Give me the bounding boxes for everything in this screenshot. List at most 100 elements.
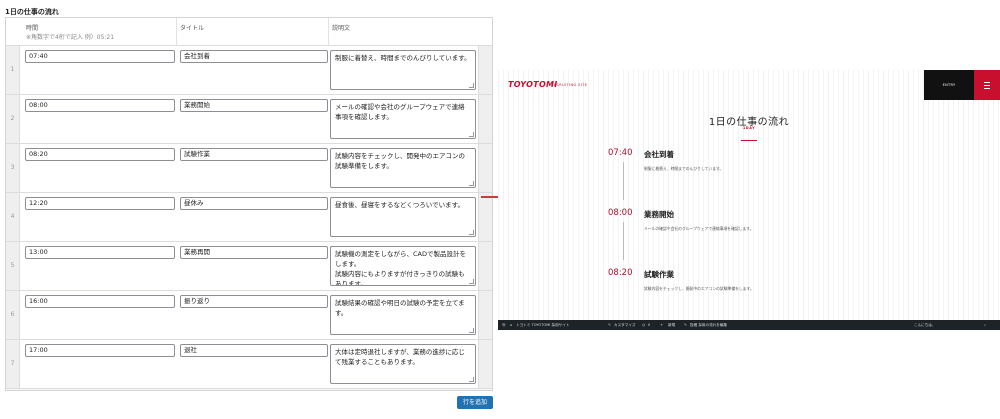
add-row-button[interactable]: 行を追加 [457, 396, 493, 409]
admin-bar-greeting[interactable]: こんにちは、 [914, 320, 936, 330]
row-cells: 07:40 会社到着 制服に着替え、時間までのんびりしています。 [20, 46, 478, 94]
table-row: 7 17:00 退社 大体は定時退社しますが、業務の進捗に応じて残業することもあります… [6, 340, 492, 389]
row-cells: 16:00 振り返り 試験結果の確認や明日の試験の予定を立てます。 [20, 291, 478, 339]
row-number[interactable]: 6 [6, 291, 20, 339]
timeline-title: 試験作業 [644, 270, 674, 279]
pencil-icon: ✎ [684, 323, 688, 327]
row-handle[interactable] [478, 95, 492, 143]
comment-icon[interactable]: ◷ [642, 320, 645, 330]
time-input[interactable]: 07:40 [25, 50, 175, 63]
row-number[interactable]: 2 [6, 95, 20, 143]
resize-handle-icon[interactable] [469, 328, 474, 333]
timeline-description: 制服に着替え、時間までのんびりしています。 [644, 166, 724, 171]
row-handle[interactable] [478, 46, 492, 94]
table-row: 5 13:00 業務再開 試験機の測定をしながら、CADで製品設計をします。 試験内容… [6, 242, 492, 291]
resize-handle-icon[interactable] [469, 377, 474, 382]
description-text: 昼食後、昼寝をするなどくつろいでいます。 [335, 201, 464, 209]
description-textarea[interactable]: 試験機の測定をしながら、CADで製品設計をします。 試験内容にもよりますが付きっ… [330, 246, 476, 286]
title-input[interactable]: 振り返り [180, 295, 328, 308]
description-textarea[interactable]: 制服に着替え、時間までのんびりしています。 [330, 50, 476, 90]
timeline-time: 08:20 [608, 268, 633, 278]
time-input[interactable]: 17:00 [25, 344, 175, 357]
time-input[interactable]: 16:00 [25, 295, 175, 308]
table-row: 6 16:00 振り返り 試験結果の確認や明日の試験の予定を立てます。 [6, 291, 492, 340]
repeater-table: 時間 ※角数字で4桁で記入 例）05:21 タイトル 説明文 1 07:40 会社到… [5, 17, 493, 391]
description-textarea[interactable]: 試験内容をチェックし、開発中のエアコンの試験準備をします。 [330, 148, 476, 188]
description-textarea[interactable]: 昼食後、昼寝をするなどくつろいでいます。 [330, 197, 476, 237]
hamburger-icon [984, 82, 990, 83]
row-cells: 08:00 業務開始 メールの確認や会社のグループウェアで連絡事項を確認します。 [20, 95, 478, 143]
section-title: 1日の仕事の流れ [5, 8, 59, 16]
hamburger-icon-bar [984, 85, 990, 86]
admin-bar-comments-count: 0 [648, 323, 651, 327]
site-logo-sub: RECRUITING SITE [551, 83, 588, 87]
admin-bar-edit[interactable]: 投稿 採用の流れを編集 [690, 320, 727, 330]
timeline-title: 業務開始 [644, 210, 674, 219]
column-header-time-note: ※角数字で4桁で記入 例）05:21 [26, 34, 115, 41]
description-text: 試験結果の確認や明日の試験の予定を立てます。 [335, 299, 465, 317]
brush-icon: ✎ [608, 323, 612, 327]
row-number[interactable]: 5 [6, 242, 20, 290]
description-text: 試験内容をチェックし、開発中のエアコンの試験準備をします。 [335, 152, 465, 170]
title-input[interactable]: 業務開始 [180, 99, 328, 112]
table-row: 4 12:20 昼休み 昼食後、昼寝をするなどくつろいでいます。 [6, 193, 492, 242]
row-cells: 12:20 昼休み 昼食後、昼寝をするなどくつろいでいます。 [20, 193, 478, 241]
hamburger-menu-button[interactable] [974, 70, 1000, 100]
title-input[interactable]: 業務再開 [180, 246, 328, 259]
timeline-time: 07:40 [608, 148, 633, 158]
hamburger-icon-bar [984, 88, 990, 89]
column-divider [328, 18, 329, 46]
search-icon[interactable]: ⌕ [984, 320, 986, 330]
resize-handle-icon[interactable] [469, 181, 474, 186]
row-handle[interactable] [478, 291, 492, 339]
resize-handle-icon[interactable] [469, 230, 474, 235]
table-row: 1 07:40 会社到着 制服に着替え、時間までのんびりしています。 [6, 46, 492, 95]
entry-button[interactable]: ENTRY [924, 70, 974, 100]
description-textarea[interactable]: メールの確認や会社のグループウェアで連絡事項を確認します。 [330, 99, 476, 139]
column-header-description: 説明文 [332, 25, 351, 32]
timeline-description: メールの確認や会社のグループウェアで連絡事項を確認します。 [644, 226, 754, 231]
title-divider [741, 140, 757, 141]
row-number[interactable]: 7 [6, 340, 20, 388]
home-icon[interactable]: ⌂ [510, 320, 512, 330]
description-text: 制服に着替え、時間までのんびりしています。 [335, 54, 471, 62]
time-input[interactable]: 08:20 [25, 148, 175, 161]
wordpress-icon[interactable]: Ⓦ [502, 320, 506, 330]
title-input[interactable]: 退社 [180, 344, 328, 357]
row-cells: 13:00 業務再開 試験機の測定をしながら、CADで製品設計をします。 試験内容に… [20, 242, 478, 290]
description-textarea[interactable]: 試験結果の確認や明日の試験の予定を立てます。 [330, 295, 476, 335]
row-handle[interactable] [478, 193, 492, 241]
row-handle[interactable] [478, 340, 492, 388]
description-text: 大体は定時退社しますが、業務の進捗に応じて残業することもあります。 [335, 348, 465, 366]
timeline-connector [623, 222, 624, 260]
resize-handle-icon[interactable] [469, 279, 474, 284]
admin-bar-site-name[interactable]: トヨトミ TOYOTOMI 採用サイト [516, 320, 569, 330]
table-row: 2 08:00 業務開始 メールの確認や会社のグループウェアで連絡事項を確認します。 [6, 95, 492, 144]
row-cells: 08:20 試験作業 試験内容をチェックし、開発中のエアコンの試験準備をします。 [20, 144, 478, 192]
timeline-connector [623, 162, 624, 200]
time-input[interactable]: 08:00 [25, 99, 175, 112]
plus-icon: ＋ [660, 323, 664, 327]
column-header-time: 時間 [26, 25, 39, 32]
time-input[interactable]: 12:20 [25, 197, 175, 210]
row-handle[interactable] [478, 242, 492, 290]
title-input[interactable]: 昼休み [180, 197, 328, 210]
timeline-description: 試験内容をチェックし、開発中のエアコンの試験準備をします。 [644, 286, 754, 291]
row-number[interactable]: 3 [6, 144, 20, 192]
column-header-title: タイトル [180, 25, 205, 32]
timeline-title: 会社到着 [644, 150, 674, 159]
title-input[interactable]: 試験作業 [180, 148, 328, 161]
title-input[interactable]: 会社到着 [180, 50, 328, 63]
resize-handle-icon[interactable] [469, 132, 474, 137]
timeline-time: 08:00 [608, 208, 633, 218]
time-input[interactable]: 13:00 [25, 246, 175, 259]
wp-admin-bar: Ⓦ ⌂ トヨトミ TOYOTOMI 採用サイト ✎ カスタマイズ ◷ 0 ＋ 新… [498, 320, 1000, 330]
row-number[interactable]: 1 [6, 46, 20, 94]
row-cells: 17:00 退社 大体は定時退社しますが、業務の進捗に応じて残業することもあります。 [20, 340, 478, 388]
resize-handle-icon[interactable] [469, 83, 474, 88]
row-number[interactable]: 4 [6, 193, 20, 241]
description-textarea[interactable]: 大体は定時退社しますが、業務の進捗に応じて残業することもあります。 [330, 344, 476, 384]
admin-bar-customize[interactable]: カスタマイズ [614, 320, 635, 330]
admin-bar-new[interactable]: 新規 [668, 320, 675, 330]
row-handle[interactable] [478, 144, 492, 192]
